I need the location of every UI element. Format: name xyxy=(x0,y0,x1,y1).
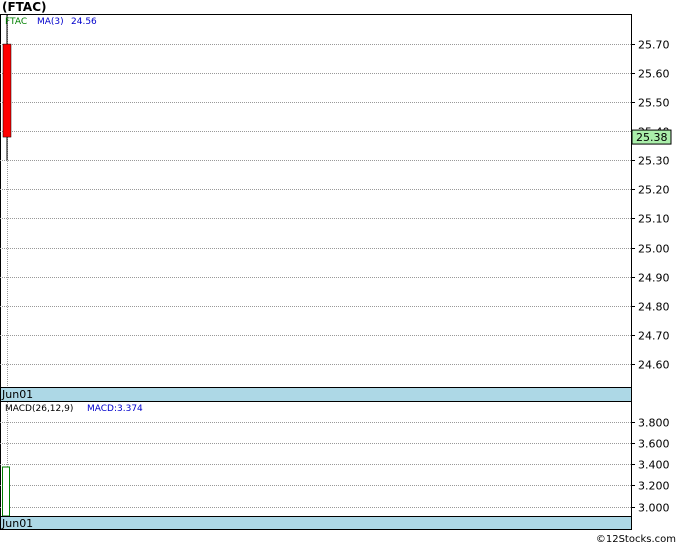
last-price-label: 25.38 xyxy=(636,131,668,144)
site-credit: ©12Stocks.com xyxy=(595,534,676,545)
macd-y-tick-label: 3.400 xyxy=(638,459,670,472)
price-y-tick-label: 25.60 xyxy=(638,68,670,81)
price-y-tick-label: 25.20 xyxy=(638,184,670,197)
chart-canvas: 25.7025.6025.5025.4025.3025.2025.1025.00… xyxy=(0,14,672,530)
macd-axis: 3.800 3.600 3.400 3.200 3.000 xyxy=(631,417,670,515)
price-y-tick-label: 25.00 xyxy=(638,243,670,256)
macd-y-tick-label: 3.000 xyxy=(638,502,670,515)
macd-bars xyxy=(2,466,10,517)
legend-ticker: FTAC xyxy=(5,17,27,27)
macd-y-tick-label: 3.600 xyxy=(638,438,670,451)
macd-date-band xyxy=(0,516,632,530)
price-y-tick-label: 25.50 xyxy=(638,97,670,110)
price-y-tick-label: 24.70 xyxy=(638,330,670,343)
macd-y-tick-label: 3.200 xyxy=(638,480,670,493)
price-y-tick-label: 24.90 xyxy=(638,272,670,285)
legend-ma-label: MA(3) xyxy=(37,17,64,27)
macd-x-tick-label: Jun01 xyxy=(1,517,33,530)
macd-y-tick-label: 3.800 xyxy=(638,417,670,430)
price-panel xyxy=(0,14,632,402)
price-x-tick-label: Jun01 xyxy=(1,388,33,401)
legend-ma-value: 24.56 xyxy=(71,17,97,27)
price-y-tick-label: 25.30 xyxy=(638,155,670,168)
price-y-tick-label: 24.80 xyxy=(638,301,670,314)
price-y-tick-label: 25.70 xyxy=(638,39,670,52)
legend-macd-value: MACD:3.374 xyxy=(87,404,143,414)
price-date-band xyxy=(0,387,632,402)
macd-panel xyxy=(0,401,632,530)
price-axis: 25.7025.6025.5025.4025.3025.2025.1025.00… xyxy=(631,39,672,372)
legend-macd-name: MACD(26,12,9) xyxy=(5,404,73,414)
candle-body xyxy=(2,43,12,138)
price-y-tick-label: 25.10 xyxy=(638,213,670,226)
price-y-tick-label: 24.60 xyxy=(638,359,670,372)
macd-bar xyxy=(2,466,10,517)
